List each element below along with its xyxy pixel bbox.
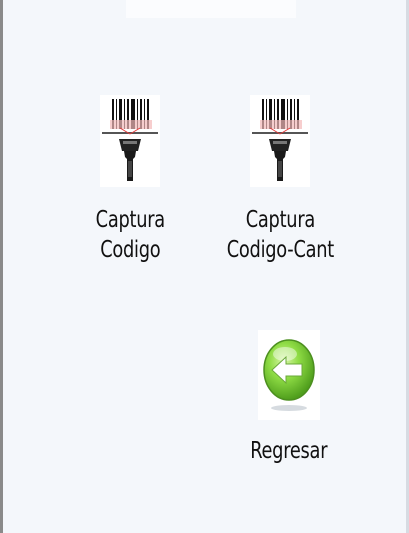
regresar-label: Regresar <box>250 438 328 464</box>
back-arrow-icon <box>258 330 320 420</box>
top-title-strip <box>126 0 296 18</box>
label-line-1: Captura <box>245 207 315 233</box>
scanner-menu-screen: Captura Codigo Captura Codigo-Cant Regre… <box>0 0 409 533</box>
window-left-border <box>0 0 3 533</box>
regresar-button[interactable]: Regresar <box>234 330 344 466</box>
barcode-scanner-icon <box>100 95 160 187</box>
captura-codigo-button[interactable]: Captura Codigo <box>78 95 182 265</box>
barcode-scanner-icon <box>250 95 310 187</box>
captura-codigo-label: Captura Codigo <box>95 205 165 265</box>
captura-codigo-cant-label: Captura Codigo-Cant <box>226 205 334 265</box>
label-line-2: Codigo <box>99 237 161 263</box>
captura-codigo-cant-button[interactable]: Captura Codigo-Cant <box>205 95 355 265</box>
label-line-2: Codigo-Cant <box>226 237 334 263</box>
label-line-1: Captura <box>95 207 165 233</box>
